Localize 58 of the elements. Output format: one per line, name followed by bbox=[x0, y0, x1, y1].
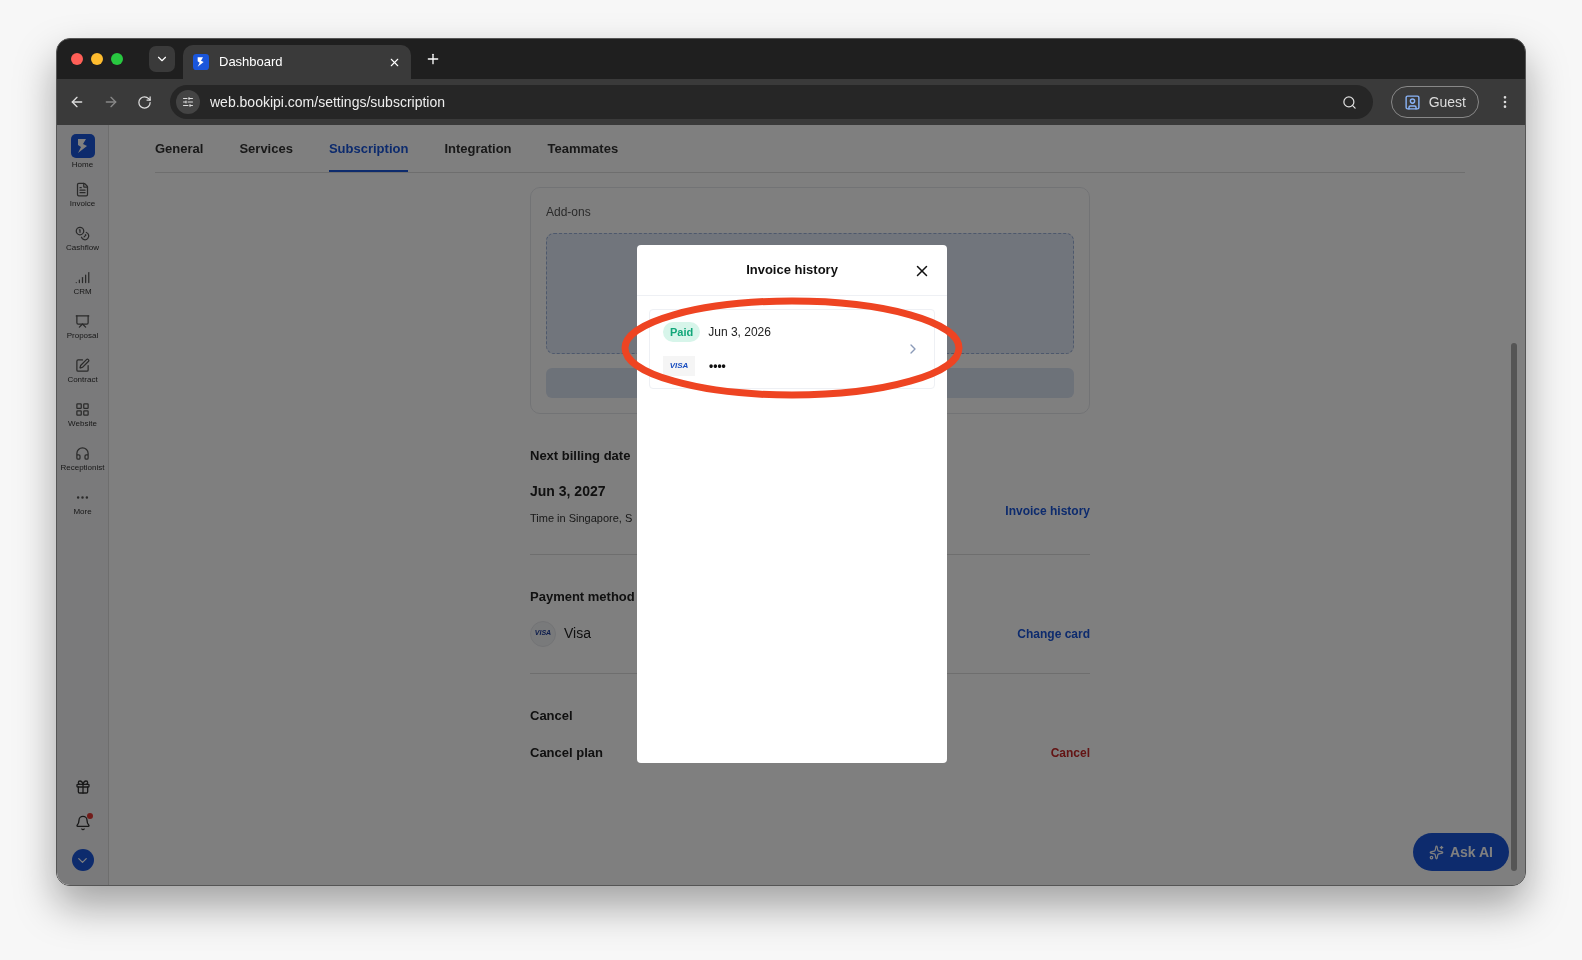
sidebar-item[interactable]: Proposal bbox=[57, 305, 109, 349]
status-badge: Paid bbox=[663, 321, 701, 343]
section-heading: Next billing date bbox=[530, 447, 632, 465]
logo-icon bbox=[70, 133, 95, 158]
visa-logo: VISA bbox=[663, 356, 695, 377]
tab-list-button[interactable] bbox=[149, 46, 175, 72]
invoice-date: Jun 3, 2026 bbox=[708, 324, 771, 341]
reload-icon[interactable] bbox=[137, 94, 152, 110]
billing-date: Jun 3, 2027 bbox=[530, 481, 607, 501]
back-icon[interactable] bbox=[69, 94, 85, 110]
sidebar-item[interactable]: Contract bbox=[57, 349, 109, 393]
invoice-history-link[interactable]: Invoice history bbox=[1005, 502, 1090, 520]
sidebar-item[interactable]: CRM bbox=[57, 261, 109, 305]
forward-icon[interactable] bbox=[103, 94, 119, 110]
profile-icon bbox=[1403, 93, 1421, 111]
layout-icon bbox=[75, 402, 90, 417]
sidebar-item[interactable]: Receptionist bbox=[57, 437, 109, 481]
address-bar[interactable]: web.bookipi.com/settings/subscription bbox=[170, 85, 1373, 119]
dialog-title: Invoice history bbox=[746, 261, 838, 280]
section-heading: Cancel bbox=[530, 706, 574, 725]
cancel-link[interactable]: Cancel bbox=[1050, 743, 1090, 762]
document-icon bbox=[75, 182, 90, 197]
browser-tab[interactable]: Dashboard bbox=[183, 45, 411, 79]
minimize-window-icon[interactable] bbox=[91, 53, 103, 65]
site-settings-icon[interactable] bbox=[182, 96, 194, 108]
sidebar-item[interactable]: Website bbox=[57, 393, 109, 437]
sidebar-item[interactable]: Invoice bbox=[57, 173, 109, 217]
headset-icon bbox=[75, 446, 90, 461]
expand-icon[interactable] bbox=[71, 849, 94, 871]
pen-square-icon bbox=[75, 358, 90, 373]
settings-tab[interactable]: Integration bbox=[444, 125, 512, 172]
settings-tab[interactable]: Services bbox=[239, 125, 293, 172]
new-tab-icon[interactable] bbox=[425, 51, 441, 67]
masked-card-number: •••• bbox=[709, 358, 726, 376]
zoom-icon[interactable] bbox=[1341, 94, 1357, 110]
maximize-window-icon[interactable] bbox=[111, 53, 123, 65]
bars-icon bbox=[75, 270, 90, 285]
gift-icon[interactable] bbox=[74, 779, 91, 795]
ask-ai-button[interactable]: Ask AI bbox=[1412, 833, 1509, 871]
coins-icon bbox=[75, 226, 90, 241]
timezone-text: Time in Singapore, S bbox=[530, 510, 633, 526]
notification-icon[interactable] bbox=[74, 815, 91, 831]
settings-tab[interactable]: Subscription bbox=[328, 125, 409, 172]
sparkle-icon bbox=[1428, 844, 1444, 860]
sidebar-item[interactable]: Cashflow bbox=[57, 217, 109, 261]
close-window-icon[interactable] bbox=[71, 53, 83, 65]
section-label: Add-ons bbox=[546, 204, 592, 221]
change-card-link[interactable]: Change card bbox=[1017, 624, 1090, 643]
settings-tab[interactable]: General bbox=[155, 125, 204, 172]
sidebar-item[interactable]: More bbox=[57, 481, 109, 525]
cancel-plan-label: Cancel plan bbox=[530, 744, 603, 762]
card-name: Visa bbox=[564, 624, 591, 643]
section-heading: Payment method bbox=[530, 588, 636, 606]
invoice-row[interactable]: Paid Jun 3, 2026 VISA •••• bbox=[649, 309, 935, 389]
logo-icon bbox=[193, 54, 209, 70]
settings-tab[interactable]: Teammates bbox=[547, 125, 619, 172]
presentation-icon bbox=[75, 314, 90, 329]
sidebar-item[interactable]: Home bbox=[57, 129, 109, 173]
